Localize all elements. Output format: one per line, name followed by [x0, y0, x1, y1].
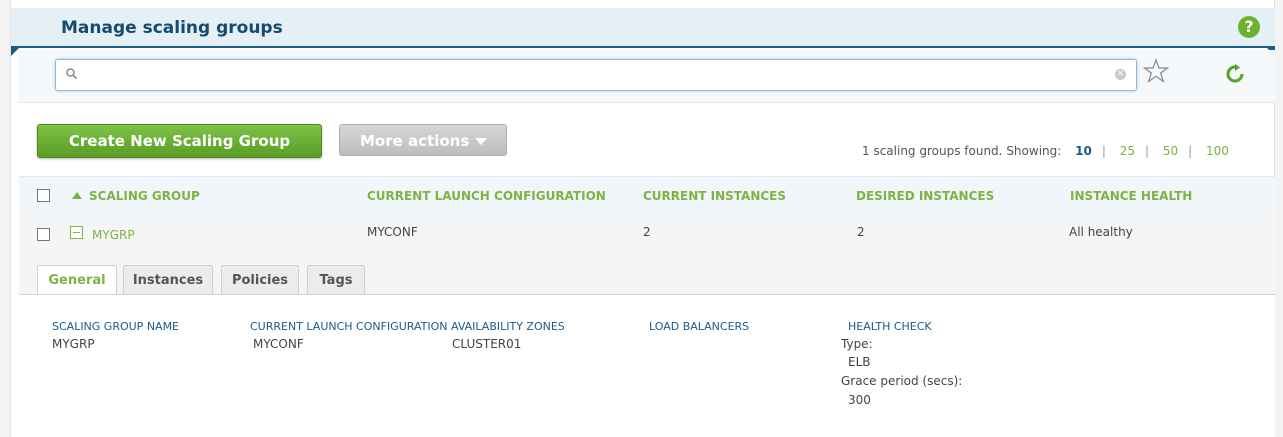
- label-scaling-group-name: SCALING GROUP NAME: [52, 320, 180, 333]
- page-size-50[interactable]: 50: [1163, 144, 1178, 158]
- page-size-25[interactable]: 25: [1120, 144, 1135, 158]
- column-current-instances[interactable]: CURRENT INSTANCES: [643, 189, 786, 203]
- refresh-icon[interactable]: [1225, 64, 1245, 84]
- star-icon[interactable]: [1143, 58, 1169, 84]
- showing-label: Showing:: [1006, 144, 1062, 158]
- page-size-100[interactable]: 100: [1206, 144, 1229, 158]
- tab-tags[interactable]: Tags: [307, 265, 365, 294]
- tab-policies[interactable]: Policies: [221, 265, 299, 294]
- label-launch-configuration: CURRENT LAUNCH CONFIGURATION: [250, 320, 448, 333]
- row-desired-instances: 2: [857, 225, 865, 239]
- search-area: ×: [19, 50, 1275, 103]
- row-checkbox[interactable]: [37, 228, 50, 241]
- title-bar: Manage scaling groups ?: [11, 8, 1275, 48]
- tab-instances[interactable]: Instances: [123, 265, 213, 294]
- value-availability-zones: CLUSTER01: [452, 337, 522, 351]
- row-current-instances: 2: [643, 225, 651, 239]
- right-frame: [1274, 0, 1283, 437]
- page-size-10[interactable]: 10: [1075, 144, 1092, 158]
- table-header: SCALING GROUP CURRENT LAUNCH CONFIGURATI…: [19, 176, 1275, 216]
- value-scaling-group-name: MYGRP: [52, 337, 95, 351]
- health-check-type-value: ELB: [848, 355, 871, 369]
- general-panel: SCALING GROUP NAME MYGRP CURRENT LAUNCH …: [19, 295, 1275, 437]
- tab-general[interactable]: General: [37, 265, 117, 295]
- column-scaling-group[interactable]: SCALING GROUP: [89, 189, 200, 203]
- page-title: Manage scaling groups: [61, 18, 283, 38]
- more-actions-button[interactable]: More actions: [339, 124, 507, 156]
- row-launch-configuration: MYCONF: [367, 225, 418, 239]
- left-frame: [0, 0, 11, 437]
- collapse-icon[interactable]: [70, 226, 83, 239]
- help-icon[interactable]: ?: [1238, 16, 1260, 38]
- search-input[interactable]: [82, 64, 1106, 86]
- chevron-down-icon: [475, 138, 488, 145]
- found-count-text: 1 scaling groups found.: [862, 144, 1003, 158]
- column-instance-health[interactable]: INSTANCE HEALTH: [1070, 189, 1192, 203]
- ribbon-corner-left: [11, 48, 19, 56]
- create-scaling-group-button[interactable]: Create New Scaling Group: [37, 124, 322, 158]
- column-launch-configuration[interactable]: CURRENT LAUNCH CONFIGURATION: [367, 189, 606, 203]
- select-all-checkbox[interactable]: [37, 189, 50, 202]
- grace-period-label: Grace period (secs):: [841, 374, 963, 388]
- clear-search-icon[interactable]: ×: [1115, 69, 1126, 80]
- label-availability-zones: AVAILABILITY ZONES: [451, 320, 565, 333]
- search-box[interactable]: ×: [55, 59, 1137, 91]
- row-scaling-group-name[interactable]: MYGRP: [92, 228, 135, 242]
- more-actions-label: More actions: [360, 132, 470, 150]
- health-check-type-label: Type:: [841, 337, 873, 351]
- results-summary: 1 scaling groups found. Showing: 10 | 25 |…: [862, 144, 1229, 158]
- row-detail: General Instances Policies Tags SCALING …: [19, 255, 1275, 437]
- row-instance-health: All healthy: [1069, 225, 1133, 239]
- value-launch-configuration: MYCONF: [253, 337, 304, 351]
- label-load-balancers: LOAD BALANCERS: [649, 320, 750, 333]
- table-row[interactable]: MYGRP MYCONF 2 2 All healthy: [19, 215, 1275, 255]
- search-icon: [66, 68, 78, 80]
- sort-ascending-icon[interactable]: [72, 192, 82, 199]
- label-health-check: HEALTH CHECK: [848, 320, 932, 333]
- grace-period-value: 300: [848, 393, 871, 407]
- column-desired-instances[interactable]: DESIRED INSTANCES: [856, 189, 994, 203]
